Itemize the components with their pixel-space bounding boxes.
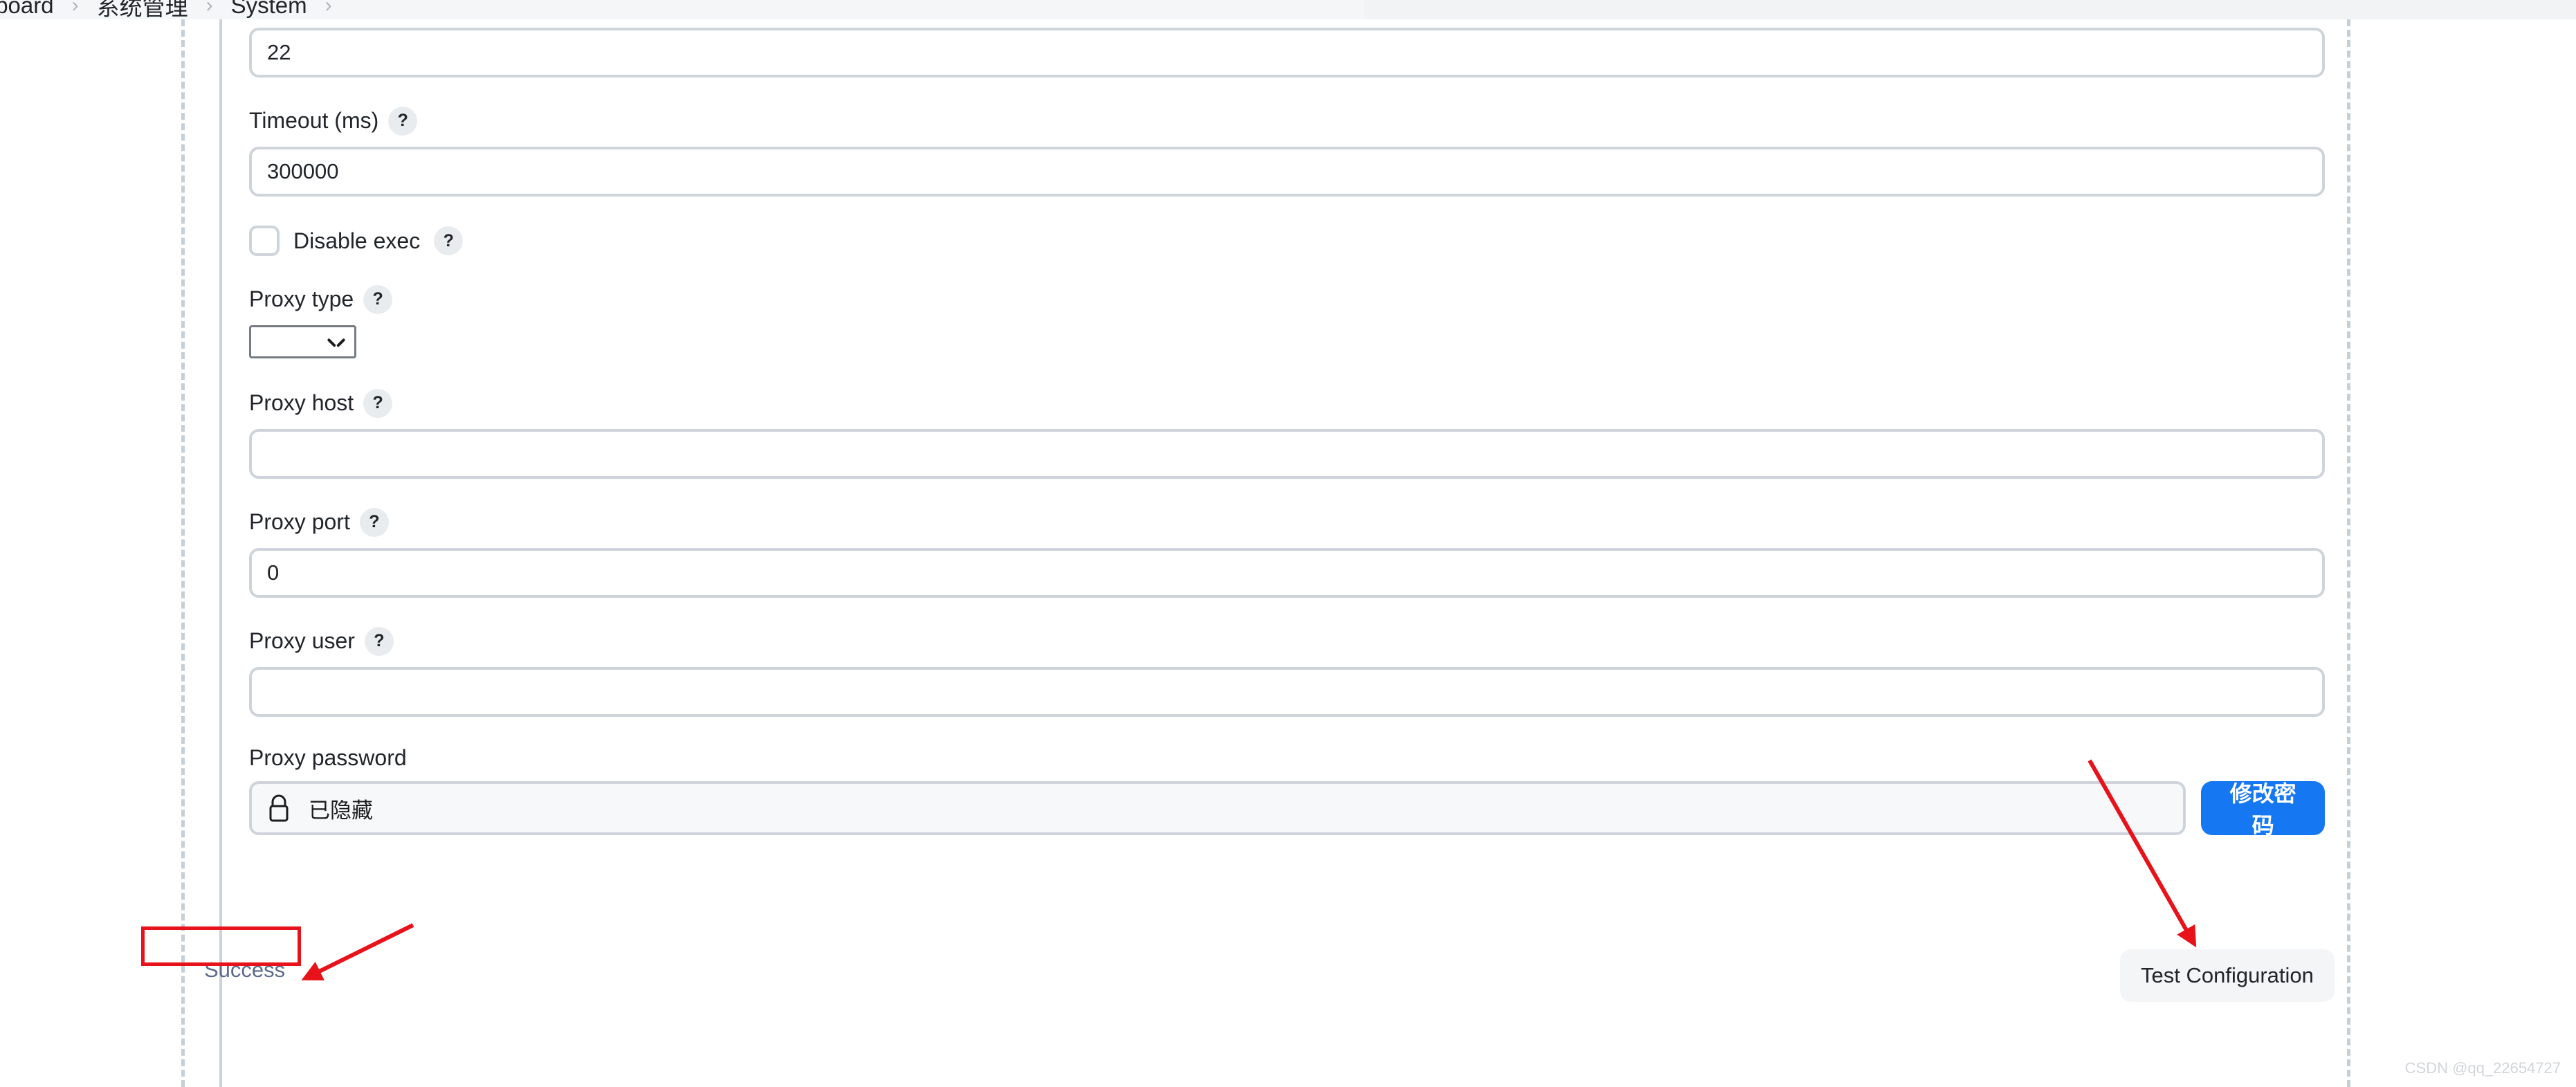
layout-guide-dashed-right <box>2347 19 2350 1087</box>
breadcrumb-item-dashboard[interactable]: ashboard <box>0 0 54 19</box>
test-configuration-button[interactable]: Test Configuration <box>2120 949 2335 1002</box>
watermark: CSDN @qq_22654727 <box>2404 1059 2561 1077</box>
proxy-user-label: Proxy user <box>249 628 355 654</box>
layout-guide-dashed-left <box>181 19 185 1087</box>
proxy-user-label-row: Proxy user ? <box>249 627 2325 656</box>
help-icon[interactable]: ? <box>434 226 464 255</box>
change-password-button[interactable]: 修改密码 <box>2201 781 2325 838</box>
timeout-label: Timeout (ms) <box>249 108 379 134</box>
lock-icon <box>269 794 289 822</box>
breadcrumb: ashboard › 系统管理 › System › <box>0 0 332 19</box>
timeout-label-row: Timeout (ms) ? <box>249 107 2325 136</box>
proxy-password-label-row: Proxy password <box>249 745 2325 770</box>
proxy-port-label-row: Proxy port ? <box>249 508 2325 537</box>
proxy-host-input[interactable] <box>249 429 2325 479</box>
proxy-port-input[interactable]: 0 <box>249 548 2325 598</box>
help-icon[interactable]: ? <box>364 627 394 656</box>
proxy-password-row: 已隐藏 修改密码 <box>249 781 2325 838</box>
help-icon[interactable]: ? <box>363 285 393 314</box>
chevron-right-icon: › <box>205 0 213 17</box>
annotation-arrow-success <box>301 923 414 980</box>
field-timeout: Timeout (ms) ? 300000 <box>249 107 2325 197</box>
field-proxy-user: Proxy user ? <box>249 627 2325 717</box>
field-proxy-password: Proxy password 已隐藏 修改密码 <box>249 745 2325 838</box>
proxy-password-label: Proxy password <box>249 745 407 770</box>
field-port: 22 <box>249 28 2325 77</box>
chevron-right-icon: › <box>325 0 332 17</box>
proxy-type-select[interactable] <box>249 325 356 358</box>
disable-exec-checkbox[interactable] <box>249 226 280 256</box>
chevron-down-icon <box>328 338 345 347</box>
timeout-input[interactable]: 300000 <box>249 147 2325 197</box>
proxy-user-input[interactable] <box>249 667 2325 717</box>
field-disable-exec[interactable]: Disable exec ? <box>249 226 2325 256</box>
breadcrumb-item-system-management[interactable]: 系统管理 <box>97 0 188 19</box>
proxy-password-value: 已隐藏 <box>309 798 373 823</box>
system-settings-form: 22 Timeout (ms) ? 300000 Disable exec ? … <box>249 28 2325 838</box>
proxy-host-label-row: Proxy host ? <box>249 389 2325 418</box>
field-proxy-port: Proxy port ? 0 <box>249 508 2325 598</box>
help-icon[interactable]: ? <box>359 508 389 537</box>
breadcrumb-shade <box>1364 0 2576 19</box>
breadcrumb-bar: ashboard › 系统管理 › System › <box>0 0 2576 19</box>
layout-guide-solid-left <box>219 19 222 1087</box>
proxy-port-label: Proxy port <box>249 509 350 535</box>
proxy-type-label: Proxy type <box>249 286 354 312</box>
proxy-host-label: Proxy host <box>249 390 354 416</box>
proxy-password-input[interactable]: 已隐藏 <box>249 781 2186 836</box>
breadcrumb-item-system[interactable]: System <box>231 0 307 19</box>
help-icon[interactable]: ? <box>363 389 393 418</box>
chevron-right-icon: › <box>71 0 79 17</box>
port-input[interactable]: 22 <box>249 28 2325 77</box>
field-proxy-host: Proxy host ? <box>249 389 2325 479</box>
field-proxy-type: Proxy type ? <box>249 285 2325 358</box>
status-result-text: Success <box>204 958 286 982</box>
proxy-type-label-row: Proxy type ? <box>249 285 2325 314</box>
help-icon[interactable]: ? <box>388 107 418 136</box>
disable-exec-label: Disable exec <box>293 228 421 253</box>
